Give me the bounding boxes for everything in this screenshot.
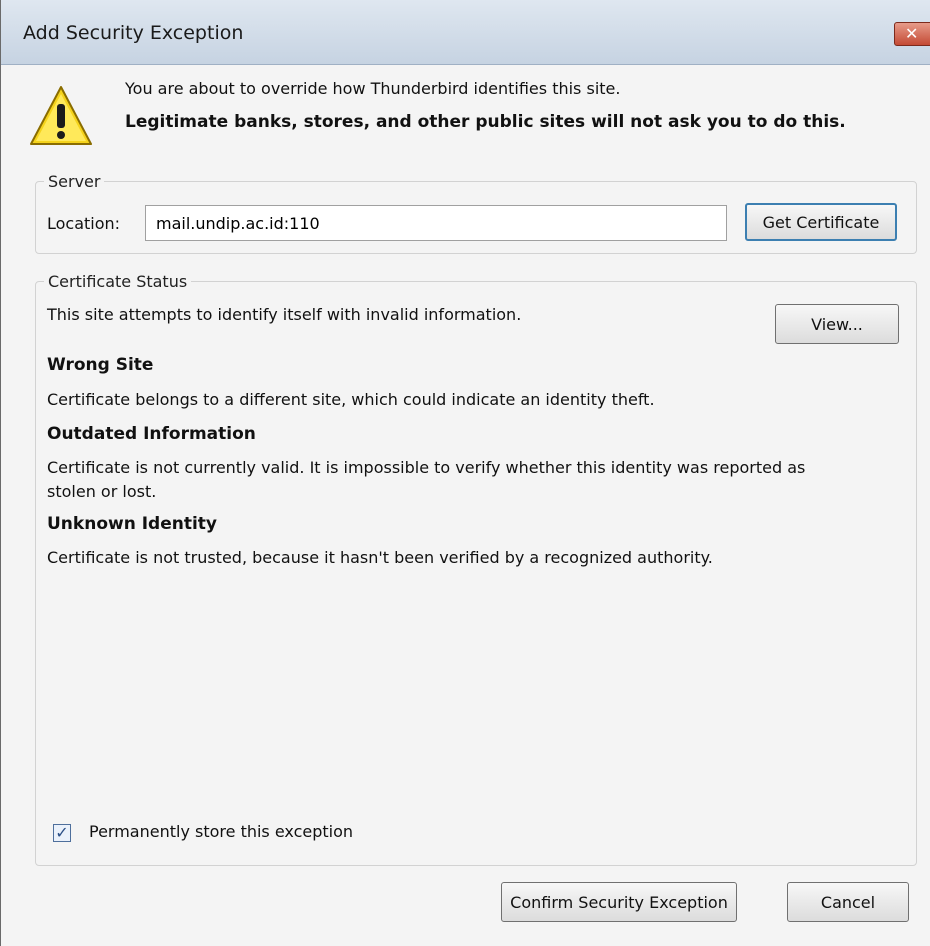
get-certificate-button[interactable]: Get Certificate xyxy=(745,203,897,241)
certificate-status-group: Certificate Status xyxy=(35,272,917,866)
window-title: Add Security Exception xyxy=(23,22,244,44)
issue-text-outdated-cont: stolen or lost. xyxy=(47,482,157,501)
issue-heading-wrong-site: Wrong Site xyxy=(47,355,154,375)
confirm-security-exception-button[interactable]: Confirm Security Exception xyxy=(501,882,737,922)
status-intro: This site attempts to identify itself wi… xyxy=(47,305,522,324)
view-button[interactable]: View... xyxy=(775,304,899,344)
title-bar: Add Security Exception ✕ xyxy=(1,0,930,65)
issue-text-unknown: Certificate is not trusted, because it h… xyxy=(47,548,713,567)
location-input[interactable] xyxy=(145,205,727,241)
close-button[interactable]: ✕ xyxy=(894,22,930,46)
issue-heading-outdated: Outdated Information xyxy=(47,424,256,444)
permanent-store-checkbox[interactable]: ✓ xyxy=(53,824,71,842)
issue-text-wrong-site: Certificate belongs to a different site,… xyxy=(47,390,655,409)
add-security-exception-dialog: Add Security Exception ✕ You are about t… xyxy=(0,0,930,946)
issue-heading-unknown: Unknown Identity xyxy=(47,514,218,534)
permanent-store-label[interactable]: Permanently store this exception xyxy=(89,822,353,841)
server-legend: Server xyxy=(48,172,101,191)
warning-message: You are about to override how Thunderbir… xyxy=(125,79,621,98)
location-label: Location: xyxy=(47,214,121,233)
warning-icon xyxy=(30,86,92,145)
warning-emphasis: Legitimate banks, stores, and other publ… xyxy=(125,112,846,132)
issue-text-outdated: Certificate is not currently valid. It i… xyxy=(47,458,806,477)
certificate-status-legend: Certificate Status xyxy=(48,272,188,291)
cancel-button[interactable]: Cancel xyxy=(787,882,909,922)
